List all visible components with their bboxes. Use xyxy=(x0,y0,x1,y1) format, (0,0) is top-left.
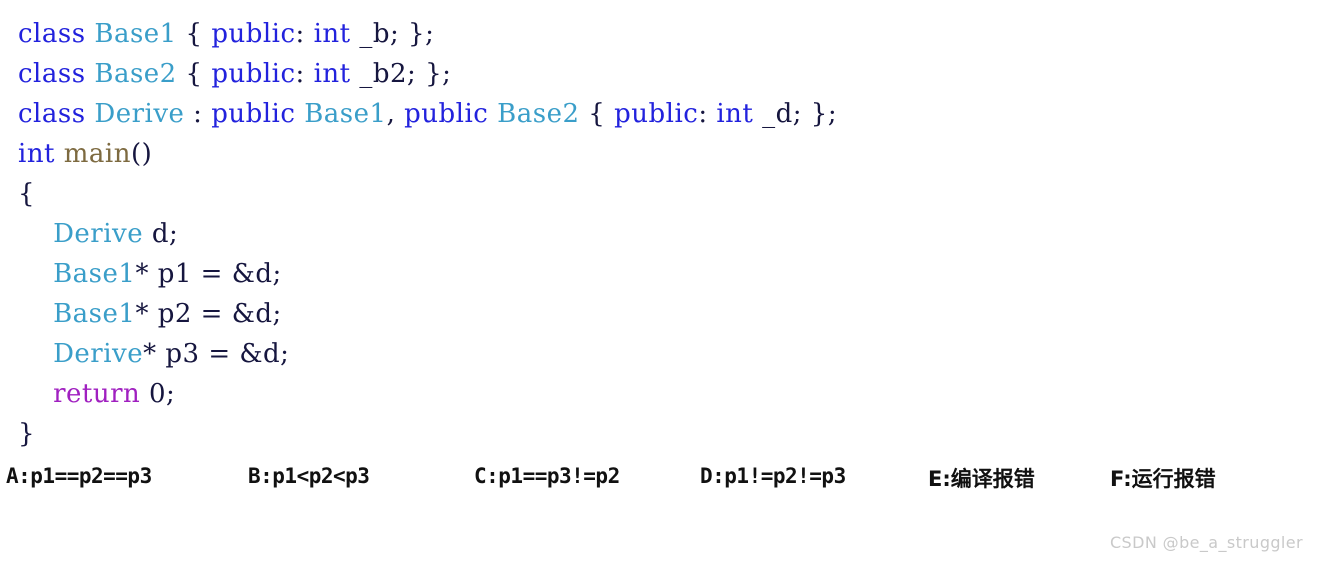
code-line: Derive* p3 = &d; xyxy=(0,334,1325,374)
code-token: public xyxy=(211,99,296,129)
code-token: int xyxy=(716,99,754,129)
code-token: d; xyxy=(143,219,179,249)
code-token: Derive xyxy=(53,339,144,369)
code-line: } xyxy=(0,414,1325,454)
code-token: public xyxy=(404,99,489,129)
code-token: main xyxy=(63,139,131,169)
code-token: Base2 xyxy=(497,99,580,129)
code-token: return xyxy=(53,379,141,409)
code-line: class Base2 { public: int _b2; }; xyxy=(0,54,1325,94)
code-line: Base1* p1 = &d; xyxy=(0,254,1325,294)
code-token: Derive xyxy=(94,99,185,129)
code-token: Base1 xyxy=(53,259,136,289)
code-line: Derive d; xyxy=(0,214,1325,254)
option-f[interactable]: F:运行报错 xyxy=(1110,463,1216,493)
option-d[interactable]: D:p1!=p2!=p3 xyxy=(700,464,846,488)
code-token: public xyxy=(614,99,699,129)
code-token: { xyxy=(18,179,36,209)
code-token: : xyxy=(295,59,305,89)
code-token: * p1 = &d; xyxy=(135,259,282,289)
code-token: : xyxy=(698,99,708,129)
code-line: class Derive : public Base1, public Base… xyxy=(0,94,1325,134)
option-a[interactable]: A:p1==p2==p3 xyxy=(6,464,152,488)
code-token: { xyxy=(185,19,203,49)
option-e[interactable]: E:编译报错 xyxy=(928,463,1035,493)
code-line: class Base1 { public: int _b; }; xyxy=(0,14,1325,54)
code-line: int main() xyxy=(0,134,1325,174)
code-token: Base1 xyxy=(53,299,136,329)
code-token: int xyxy=(313,59,351,89)
code-token: int xyxy=(18,139,56,169)
code-line: { xyxy=(0,174,1325,214)
code-token: int xyxy=(313,19,351,49)
code-token: _d; }; xyxy=(762,99,838,129)
code-token: , xyxy=(386,99,405,129)
code-token: Base2 xyxy=(94,59,177,89)
code-token: _b2; }; xyxy=(359,59,452,89)
code-token: public xyxy=(211,19,296,49)
code-token: 0; xyxy=(140,379,176,409)
code-line: return 0; xyxy=(0,374,1325,414)
code-token: * p2 = &d; xyxy=(135,299,282,329)
code-token: { xyxy=(588,99,606,129)
code-token: public xyxy=(211,59,296,89)
csdn-watermark: CSDN @be_a_struggler xyxy=(1109,533,1303,552)
code-token: * p3 = &d; xyxy=(143,339,290,369)
code-token: class xyxy=(18,19,86,49)
code-token: { xyxy=(185,59,203,89)
code-token: Derive xyxy=(53,219,144,249)
code-token: () xyxy=(131,139,153,169)
code-block: class Base1 { public: int _b; }; class Ba… xyxy=(0,0,1325,454)
code-token: : xyxy=(184,99,212,129)
option-b[interactable]: B:p1<p2<p3 xyxy=(248,464,370,488)
code-line: Base1* p2 = &d; xyxy=(0,294,1325,334)
option-c[interactable]: C:p1==p3!=p2 xyxy=(474,464,620,488)
code-token: _b; }; xyxy=(359,19,435,49)
answer-options-row: A:p1==p2==p3 B:p1<p2<p3 C:p1==p3!=p2 D:p… xyxy=(0,458,1325,500)
code-token: Base1 xyxy=(304,99,387,129)
code-token: } xyxy=(18,419,36,449)
code-token: class xyxy=(18,99,86,129)
code-token: : xyxy=(295,19,305,49)
code-token: class xyxy=(18,59,86,89)
code-token: Base1 xyxy=(94,19,177,49)
